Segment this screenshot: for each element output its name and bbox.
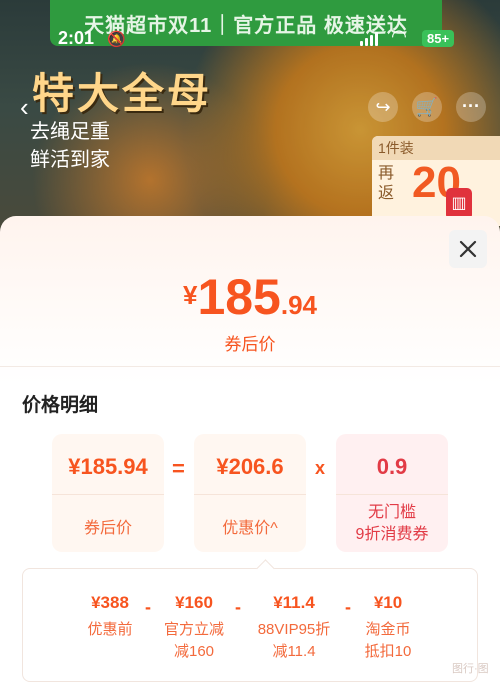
breakdown-label-line-2: 抵扣10 — [364, 643, 412, 660]
breakdown-value: ¥11.4 — [273, 593, 315, 612]
breakdown-item: ¥11.4 88VIP95折 减11.4 — [245, 593, 343, 663]
coupon-label: 无门槛 9折消费券 — [336, 502, 448, 546]
promo-subtitle-line-1: 去绳足重 — [30, 121, 110, 143]
breakdown-label-line-1: 88VIP95折 — [257, 621, 331, 638]
rebate-card: 1件装 再 返 20 — [372, 136, 500, 226]
equals-sign: = — [172, 456, 185, 481]
breakdown-label-line-2: 减11.4 — [272, 643, 316, 660]
breakdown-label-line-1: 官方立减 — [163, 621, 224, 638]
breakdown-item: ¥10 淘金币 抵扣10 — [339, 593, 437, 663]
breakdown-label-line-1: 淘金币 — [365, 621, 411, 638]
close-button[interactable] — [449, 230, 487, 268]
status-bar: 2:01 🔕 ◠ 85+ — [0, 26, 500, 54]
breakdown-label-line-2: 减160 — [173, 643, 215, 660]
back-icon[interactable]: ‹ — [20, 92, 29, 123]
promo-title: 特大全母 — [32, 70, 213, 117]
coupon-label-line-1: 无门槛 — [367, 504, 416, 521]
after-coupon-label: 券后价 — [83, 520, 132, 537]
battery-indicator: 85+ — [422, 30, 455, 47]
card-divider — [52, 494, 164, 495]
divider — [0, 366, 500, 367]
card-divider — [194, 494, 306, 495]
coupon-card: 0.9 无门槛 9折消费券 — [336, 434, 448, 552]
close-icon — [459, 240, 477, 258]
discount-price-value: ¥206.6 — [216, 454, 284, 479]
mute-icon: 🔕 — [107, 31, 126, 48]
final-price: ¥185.94 — [0, 268, 500, 326]
minus-sign: - — [235, 597, 241, 617]
breakdown-item: ¥160 官方立减 减160 — [145, 593, 243, 663]
after-coupon-value: ¥185.94 — [68, 454, 148, 479]
status-time: 2:01 — [58, 28, 95, 48]
breakdown-value: ¥160 — [175, 593, 213, 612]
share-icon[interactable]: ↪ — [368, 92, 398, 122]
card-divider — [336, 494, 448, 495]
coupon-value: 0.9 — [376, 454, 408, 479]
detail-title: 价格明细 — [22, 395, 99, 416]
signal-icon — [360, 32, 378, 46]
breakdown-label: 88VIP95折 减11.4 — [245, 619, 343, 663]
final-price-decimal: .94 — [280, 290, 318, 320]
rebate-card-top: 1件装 — [372, 136, 500, 160]
breakdown-label: 淘金币 抵扣10 — [339, 619, 437, 663]
cart-icon[interactable]: 🛒 — [412, 92, 442, 122]
breakdown-value: ¥10 — [373, 593, 403, 612]
promo-subtitle: 去绳足重 鲜活到家 — [30, 118, 110, 174]
final-price-integer: 185 — [197, 269, 281, 325]
wifi-icon: ◠ — [392, 26, 406, 46]
final-price-label: 券后价 — [224, 335, 276, 354]
coupon-label-line-2: 9折消费券 — [355, 526, 429, 543]
promo-subtitle-line-2: 鲜活到家 — [30, 149, 110, 171]
multiply-sign: x — [315, 458, 326, 478]
watermark: 图行·图 — [452, 663, 489, 675]
after-coupon-card: ¥185.94 券后价 — [52, 434, 164, 552]
discount-price-card[interactable]: ¥206.6 优惠价^ — [194, 434, 306, 552]
discount-price-label[interactable]: 优惠价^ — [194, 514, 306, 538]
rebate-card-label: 再 返 — [378, 165, 395, 202]
discount-breakdown: ¥388 优惠前 - ¥160 官方立减 减160 - ¥11.4 88VIP9… — [22, 568, 478, 682]
more-icon[interactable]: ··· — [456, 92, 486, 122]
final-price-currency: ¥ — [182, 280, 198, 310]
breakdown-label: 官方立减 减160 — [145, 619, 243, 663]
